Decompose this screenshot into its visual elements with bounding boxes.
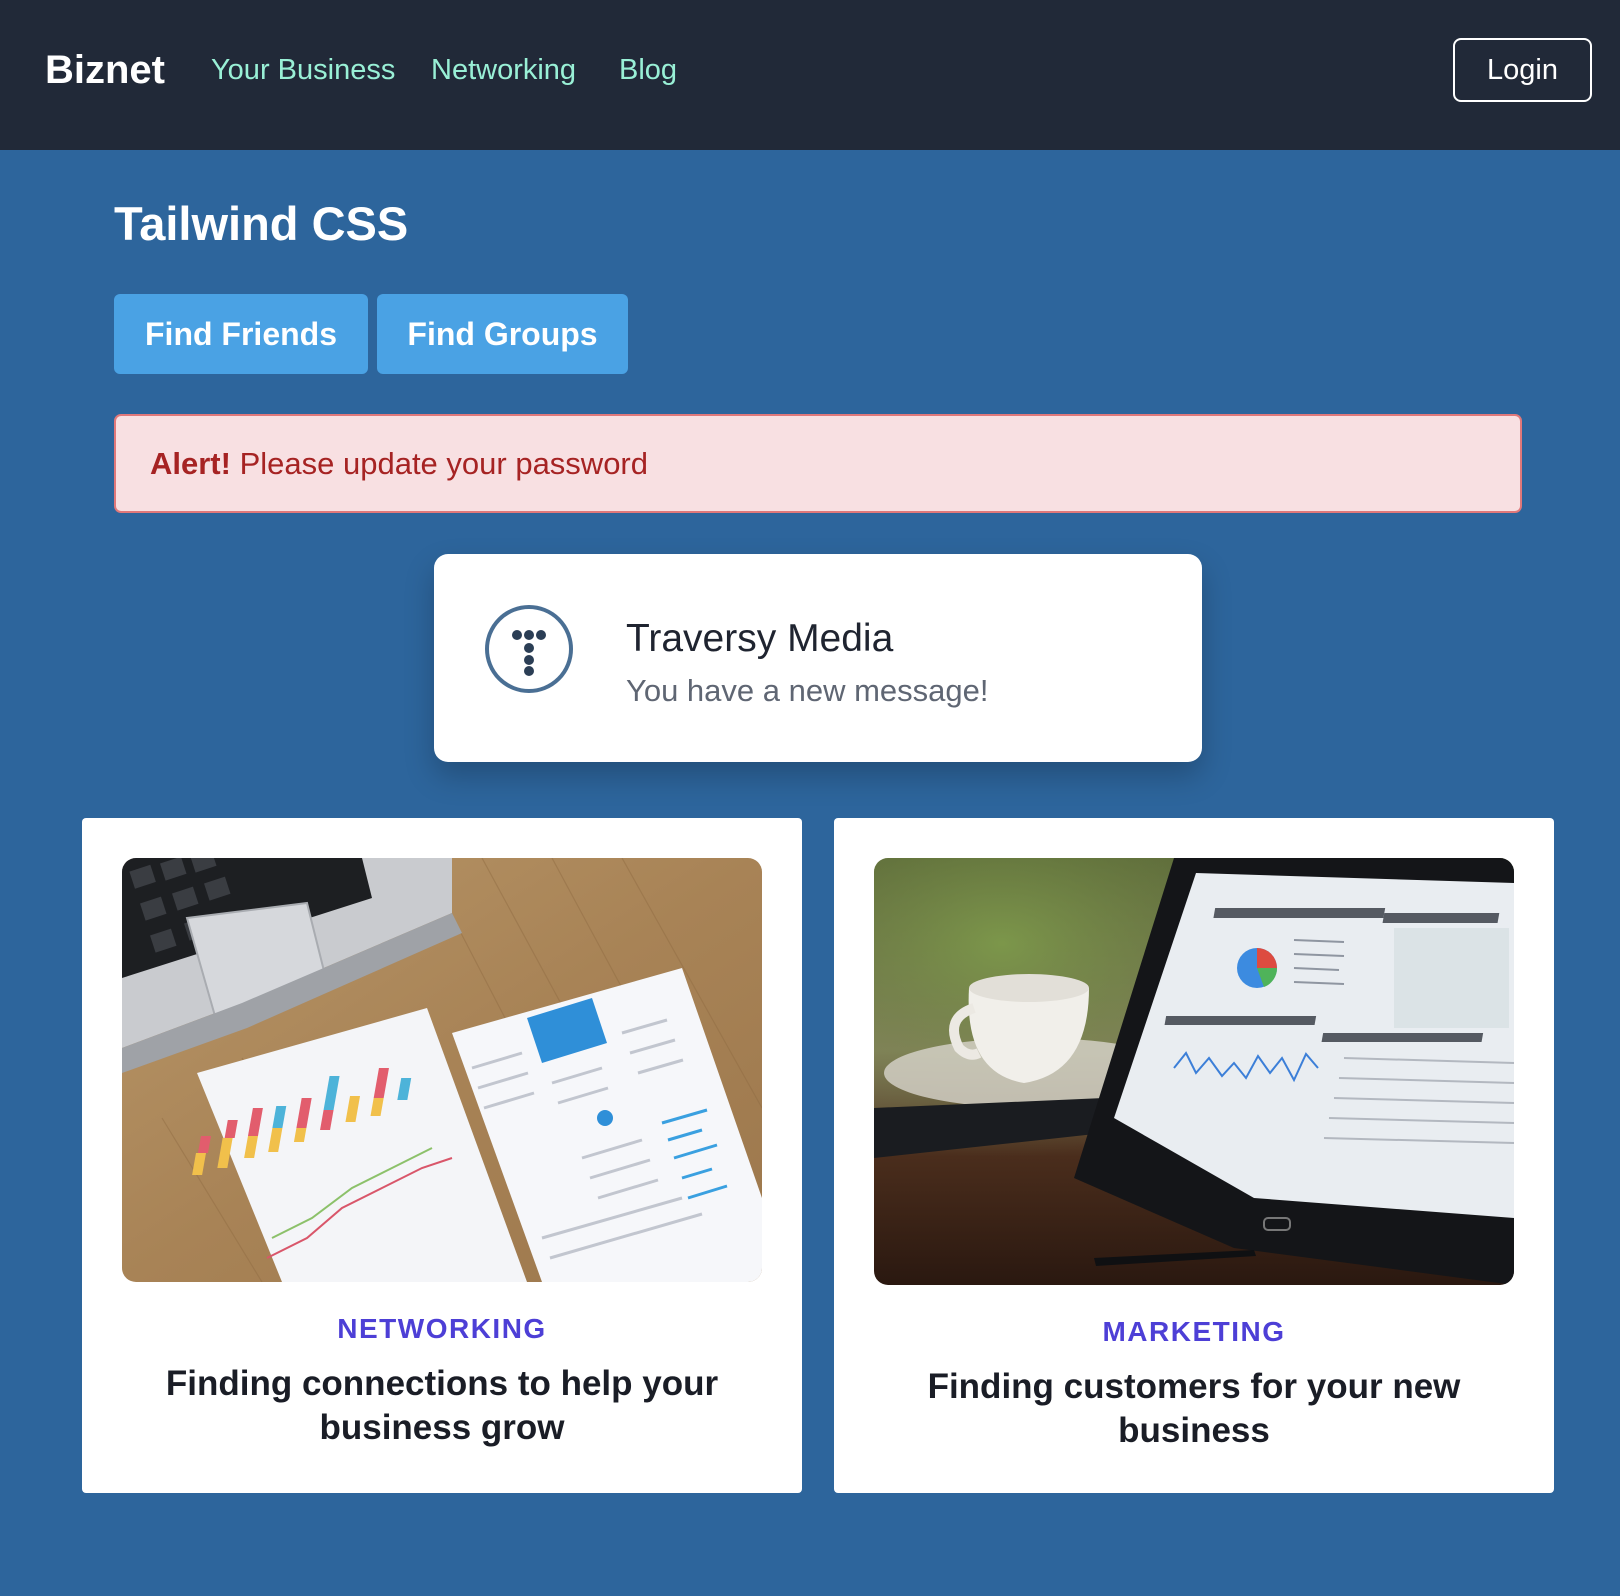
nav-link-your-business[interactable]: Your Business — [211, 52, 395, 88]
alert-banner: Alert! Please update your password — [114, 414, 1522, 513]
find-groups-button[interactable]: Find Groups — [377, 294, 628, 374]
article-card-marketing[interactable]: MARKETING Finding customers for your new… — [834, 818, 1554, 1493]
navbar: Biznet Your Business Networking Blog Log… — [0, 0, 1620, 150]
notification-title: Traversy Media — [626, 617, 894, 660]
alert-label: Alert! — [150, 446, 231, 481]
notification-card[interactable]: Traversy Media You have a new message! — [434, 554, 1202, 762]
page-title: Tailwind CSS — [114, 197, 409, 250]
card-category: MARKETING — [1102, 1316, 1286, 1347]
nav-link-networking[interactable]: Networking — [431, 52, 576, 88]
desk-report-photo — [122, 858, 762, 1282]
nav-link-blog[interactable]: Blog — [619, 52, 677, 88]
card-category: NETWORKING — [337, 1313, 547, 1344]
traversy-logo-icon — [485, 605, 573, 693]
card-title[interactable]: Finding customers for your new business — [894, 1365, 1494, 1453]
notification-message: You have a new message! — [626, 673, 989, 708]
find-friends-button[interactable]: Find Friends — [114, 294, 368, 374]
article-card-networking[interactable]: NETWORKING Finding connections to help y… — [82, 818, 802, 1493]
brand-logo[interactable]: Biznet — [45, 46, 165, 94]
alert-message: Please update your password — [239, 446, 648, 481]
card-title[interactable]: Finding connections to help your busines… — [142, 1362, 742, 1450]
tablet-analytics-photo — [874, 858, 1514, 1285]
login-button[interactable]: Login — [1453, 38, 1592, 102]
